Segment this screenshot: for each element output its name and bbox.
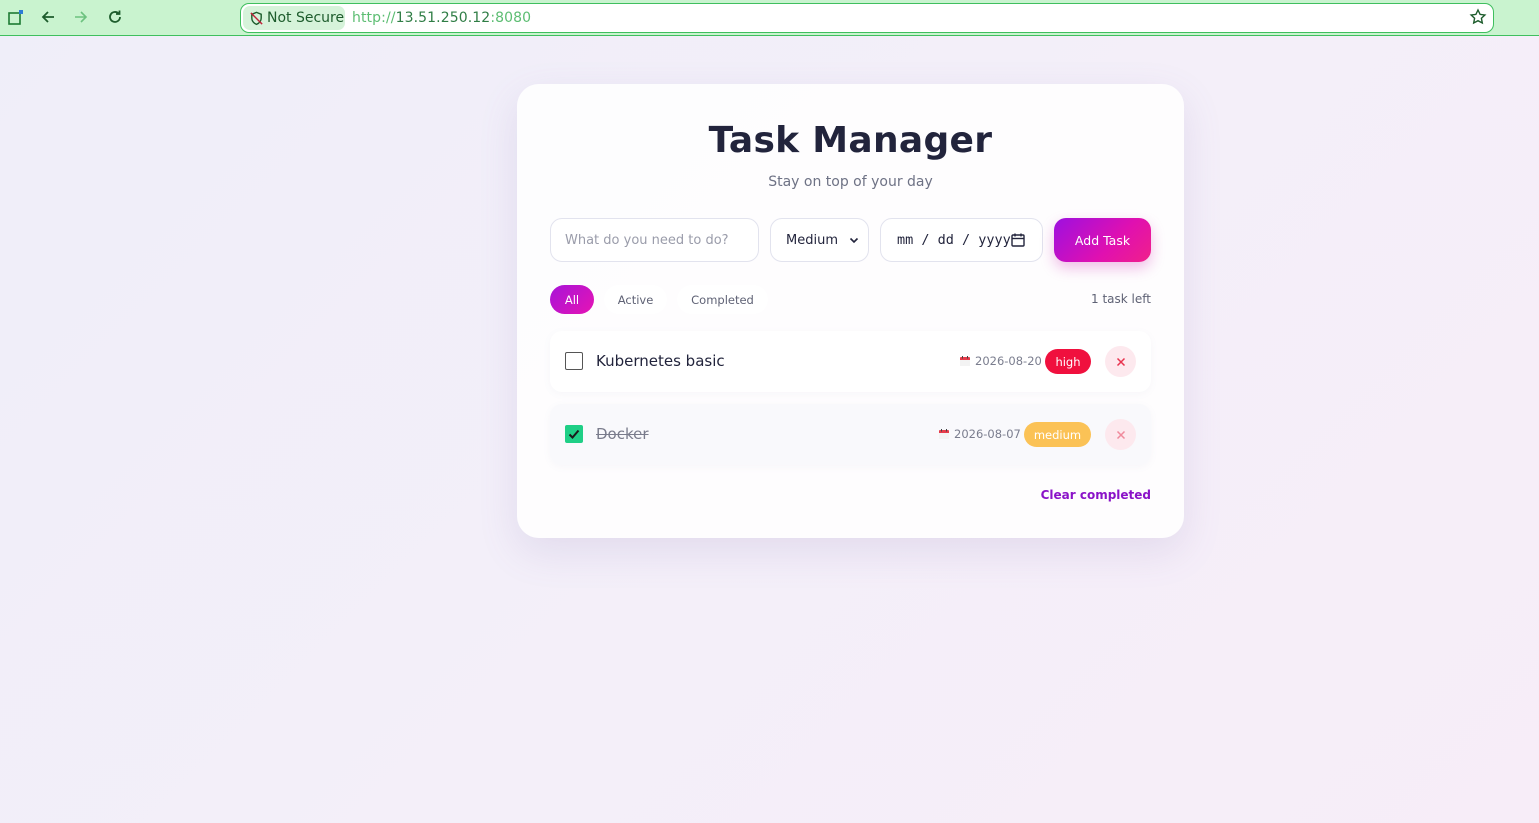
security-label: Not Secure (267, 10, 345, 26)
browser-toolbar: Not Secure http://13.51.250.12:8080 (0, 0, 1539, 36)
task-row: Docker 2026-08-07 medium (550, 404, 1151, 465)
chevron-down-icon (849, 237, 859, 244)
calendar-icon (939, 429, 949, 439)
delete-button[interactable] (1105, 419, 1136, 450)
task-due-date: 2026-08-07 (938, 427, 1021, 441)
browser-tab-icon[interactable] (5, 6, 27, 28)
filter-all[interactable]: All (550, 285, 594, 314)
not-secure-shield-icon (250, 11, 263, 25)
task-manager-card: Task Manager Stay on top of your day Med… (517, 84, 1184, 538)
address-bar[interactable]: Not Secure http://13.51.250.12:8080 (240, 3, 1494, 33)
calendar-icon (960, 356, 970, 366)
task-input[interactable] (550, 218, 759, 262)
url-scheme: http:// (352, 10, 396, 26)
due-date-input[interactable]: mm / dd / yyyy (880, 218, 1043, 262)
forward-arrow-icon[interactable] (70, 6, 92, 28)
clear-completed-button[interactable]: Clear completed (1041, 488, 1151, 502)
reload-icon[interactable] (104, 6, 126, 28)
priority-badge: medium (1024, 422, 1091, 447)
url-host: 13.51.250.12 (395, 10, 491, 26)
priority-select[interactable]: Medium (770, 218, 869, 262)
task-due-text: 2026-08-07 (954, 427, 1021, 441)
task-text[interactable]: Docker (596, 425, 649, 443)
task-due-date: 2026-08-20 (959, 354, 1042, 368)
task-due-text: 2026-08-20 (975, 354, 1042, 368)
date-placeholder: mm / dd / yyyy (897, 232, 1011, 248)
page-title: Task Manager (708, 120, 993, 161)
task-checkbox[interactable] (565, 425, 583, 443)
calendar-icon[interactable] (1010, 232, 1026, 248)
filter-completed[interactable]: Completed (677, 285, 768, 314)
priority-badge: high (1045, 349, 1091, 374)
bookmark-star-icon[interactable] (1469, 8, 1487, 30)
url-port: :8080 (490, 10, 532, 26)
checkmark-icon (568, 429, 580, 439)
task-row: Kubernetes basic 2026-08-20 high (550, 331, 1151, 392)
task-text[interactable]: Kubernetes basic (596, 352, 725, 370)
task-checkbox[interactable] (565, 352, 583, 370)
delete-button[interactable] (1105, 346, 1136, 377)
back-arrow-icon[interactable] (37, 6, 59, 28)
security-chip[interactable]: Not Secure (243, 6, 345, 30)
url-text[interactable]: http://13.51.250.12:8080 (352, 10, 531, 26)
priority-value: Medium (786, 232, 838, 248)
page-subtitle: Stay on top of your day (768, 174, 933, 190)
close-icon (1116, 430, 1125, 439)
tasks-left-count: 1 task left (1091, 292, 1151, 306)
filter-active[interactable]: Active (604, 285, 667, 314)
add-task-button[interactable]: Add Task (1054, 218, 1151, 262)
close-icon (1116, 357, 1125, 366)
